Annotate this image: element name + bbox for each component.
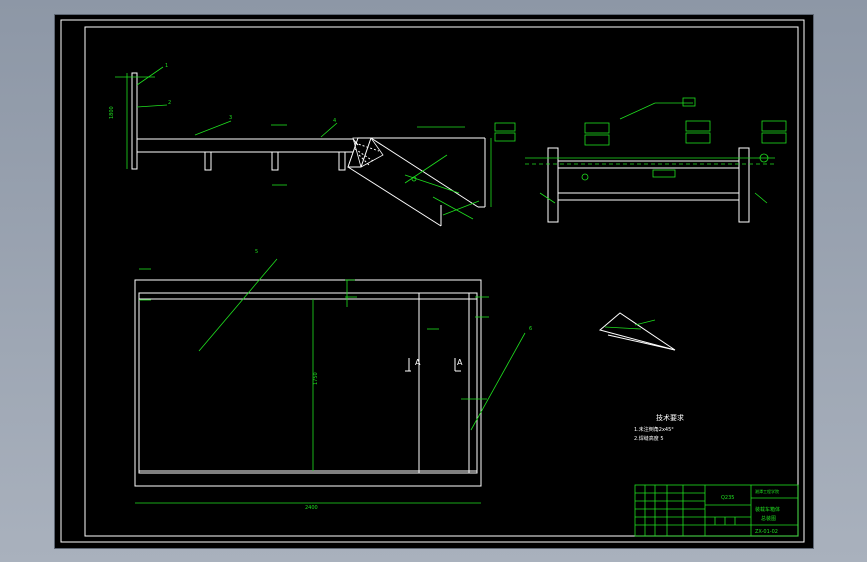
svg-text:A: A (415, 358, 421, 367)
detail-view (598, 312, 676, 351)
svg-text:6: 6 (529, 326, 532, 332)
svg-text:2.焊缝高度 5: 2.焊缝高度 5 (634, 435, 664, 442)
part-number-labels: 1 2 3 4 5 6 (165, 63, 532, 332)
svg-text:2: 2 (168, 100, 171, 106)
svg-text:湘潭工程学院: 湘潭工程学院 (755, 488, 779, 494)
svg-text:总装图: 总装图 (761, 515, 776, 522)
cad-drawing: 1800 A A 1750 2400 1 2 3 4 5 6 技术要求 1.未注… (60, 19, 805, 543)
end-view (494, 97, 787, 223)
svg-text:1750: 1750 (313, 372, 319, 385)
cad-drawing-viewport[interactable]: 1800 A A 1750 2400 1 2 3 4 5 6 技术要求 1.未注… (55, 15, 813, 548)
svg-text:1800: 1800 (109, 106, 115, 119)
svg-text:5: 5 (255, 249, 258, 255)
svg-text:ZX-01-02: ZX-01-02 (755, 529, 778, 535)
technical-requirements: 技术要求 1.未注倒角2x45° 2.焊缝高度 5 (634, 413, 684, 442)
plan-view: A A 1750 2400 (134, 258, 526, 511)
svg-text:装载车箱体: 装载车箱体 (755, 506, 780, 513)
svg-text:4: 4 (333, 118, 336, 124)
svg-text:1.未注倒角2x45°: 1.未注倒角2x45° (634, 426, 674, 433)
svg-text:1: 1 (165, 63, 168, 69)
side-view: 1800 (109, 66, 359, 186)
svg-text:技术要求: 技术要求 (656, 413, 684, 422)
svg-text:A: A (457, 358, 463, 367)
hopper-section-view (347, 126, 492, 227)
svg-text:3: 3 (229, 115, 232, 121)
svg-text:2400: 2400 (305, 505, 318, 511)
title-block: Q235 装载车箱体 总装图 ZX-01-02 湘潭工程学院 (634, 484, 799, 537)
svg-text:Q235: Q235 (721, 495, 734, 501)
